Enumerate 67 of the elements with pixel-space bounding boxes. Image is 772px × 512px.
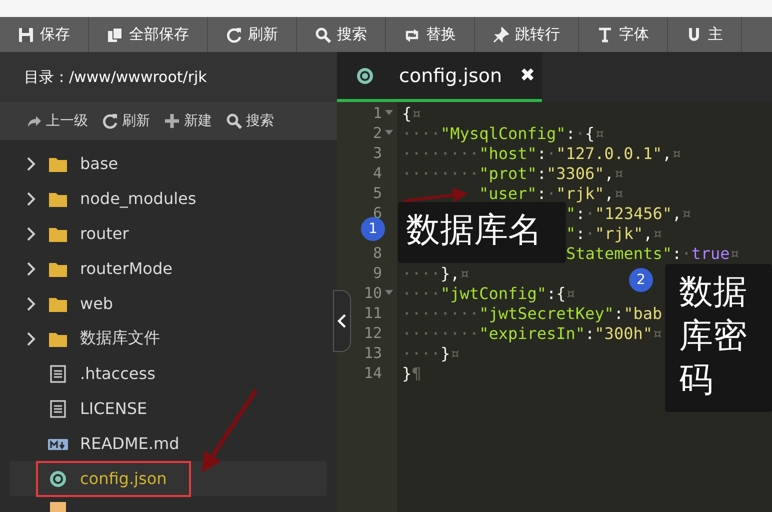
file-item[interactable]: .htaccess xyxy=(10,356,327,391)
swap-icon xyxy=(404,26,420,42)
action-button[interactable]: 新建 xyxy=(164,112,212,130)
code-line: ········"host":·"127.0.0.1",¤ xyxy=(402,144,682,162)
line-number: 2 xyxy=(372,124,382,142)
line-number: 14 xyxy=(364,364,382,382)
code-line: ········"expiresIn":"300h"¤ xyxy=(402,324,662,342)
code-line: "user":·"rjk",¤ xyxy=(479,184,624,202)
code-line: ":·"rjk",¤ xyxy=(566,224,662,242)
action-button[interactable]: 搜索 xyxy=(226,112,274,130)
annotation-label: 数据库密码 xyxy=(665,264,772,412)
close-icon[interactable]: ✖ xyxy=(520,65,536,86)
fold-arrow-icon[interactable] xyxy=(385,130,393,136)
code-line: {¤ xyxy=(402,104,422,122)
code-line: ":·"123456",¤ xyxy=(566,204,692,222)
code-line: ········"prot":"3306",¤ xyxy=(402,164,624,182)
file-item[interactable]: routerMode xyxy=(10,251,327,286)
plus-icon xyxy=(164,113,180,129)
line-number: 9 xyxy=(372,264,382,282)
file-item[interactable]: web xyxy=(10,286,327,321)
font-icon xyxy=(597,26,613,42)
action-button[interactable]: 上一级 xyxy=(26,112,88,130)
copy-icon xyxy=(107,26,123,42)
fold-arrow-icon[interactable] xyxy=(385,110,393,116)
line-number: 3 xyxy=(372,144,382,162)
chevron-left-icon xyxy=(337,314,347,328)
collapse-handle[interactable] xyxy=(333,290,351,352)
line-number: 8 xyxy=(372,244,382,262)
annotation-label: 数据库名 xyxy=(398,202,566,263)
line-number: 4 xyxy=(372,164,382,182)
action-button[interactable]: 刷新 xyxy=(102,112,150,130)
magnet-icon xyxy=(686,26,702,42)
code-line: ····}¤ xyxy=(402,344,460,362)
swirl-icon xyxy=(355,66,375,84)
pin-icon xyxy=(493,26,509,42)
line-number: 13 xyxy=(364,344,382,362)
file-item[interactable]: node_modules xyxy=(10,181,327,216)
file-item[interactable]: router xyxy=(10,216,327,251)
arrow xyxy=(404,188,468,203)
line-number: 5 xyxy=(372,184,382,202)
line-number: 1 xyxy=(372,104,382,122)
code-line: }¶ xyxy=(402,364,422,382)
document-icon xyxy=(48,400,68,418)
code-line: ····"jwtConfig":{¤ xyxy=(402,284,576,302)
search-icon xyxy=(315,26,331,42)
code-line: ····},¤ xyxy=(402,264,470,282)
line-number: 10 xyxy=(364,284,382,302)
directory-path: 目录：/www/wwwroot/rjk xyxy=(24,68,207,86)
refresh-icon xyxy=(226,26,242,42)
share-arrow-icon xyxy=(26,113,42,129)
line-number: 11 xyxy=(364,304,382,322)
code-line: ····"MysqlConfig":·{¤ xyxy=(402,124,604,142)
file-item[interactable]: config.json xyxy=(10,461,327,496)
search-icon xyxy=(226,113,242,129)
code-line: Statements":·true¤ xyxy=(566,244,740,262)
save-icon xyxy=(18,26,34,42)
file-item[interactable]: LICENSE xyxy=(10,391,327,426)
file-item[interactable]: base xyxy=(10,146,327,181)
fold-arrow-icon[interactable] xyxy=(385,290,393,296)
file-item[interactable]: 数据库文件 xyxy=(10,321,327,356)
code-line: ········"jwtSecretKey":"bab xyxy=(402,304,662,322)
swirl-icon xyxy=(48,470,68,488)
file-item[interactable]: README.md xyxy=(10,426,327,461)
line-number: 12 xyxy=(364,324,382,342)
file-tab[interactable]: config.json ✖ xyxy=(337,52,542,102)
refresh-icon xyxy=(102,113,118,129)
document-icon xyxy=(48,364,68,382)
